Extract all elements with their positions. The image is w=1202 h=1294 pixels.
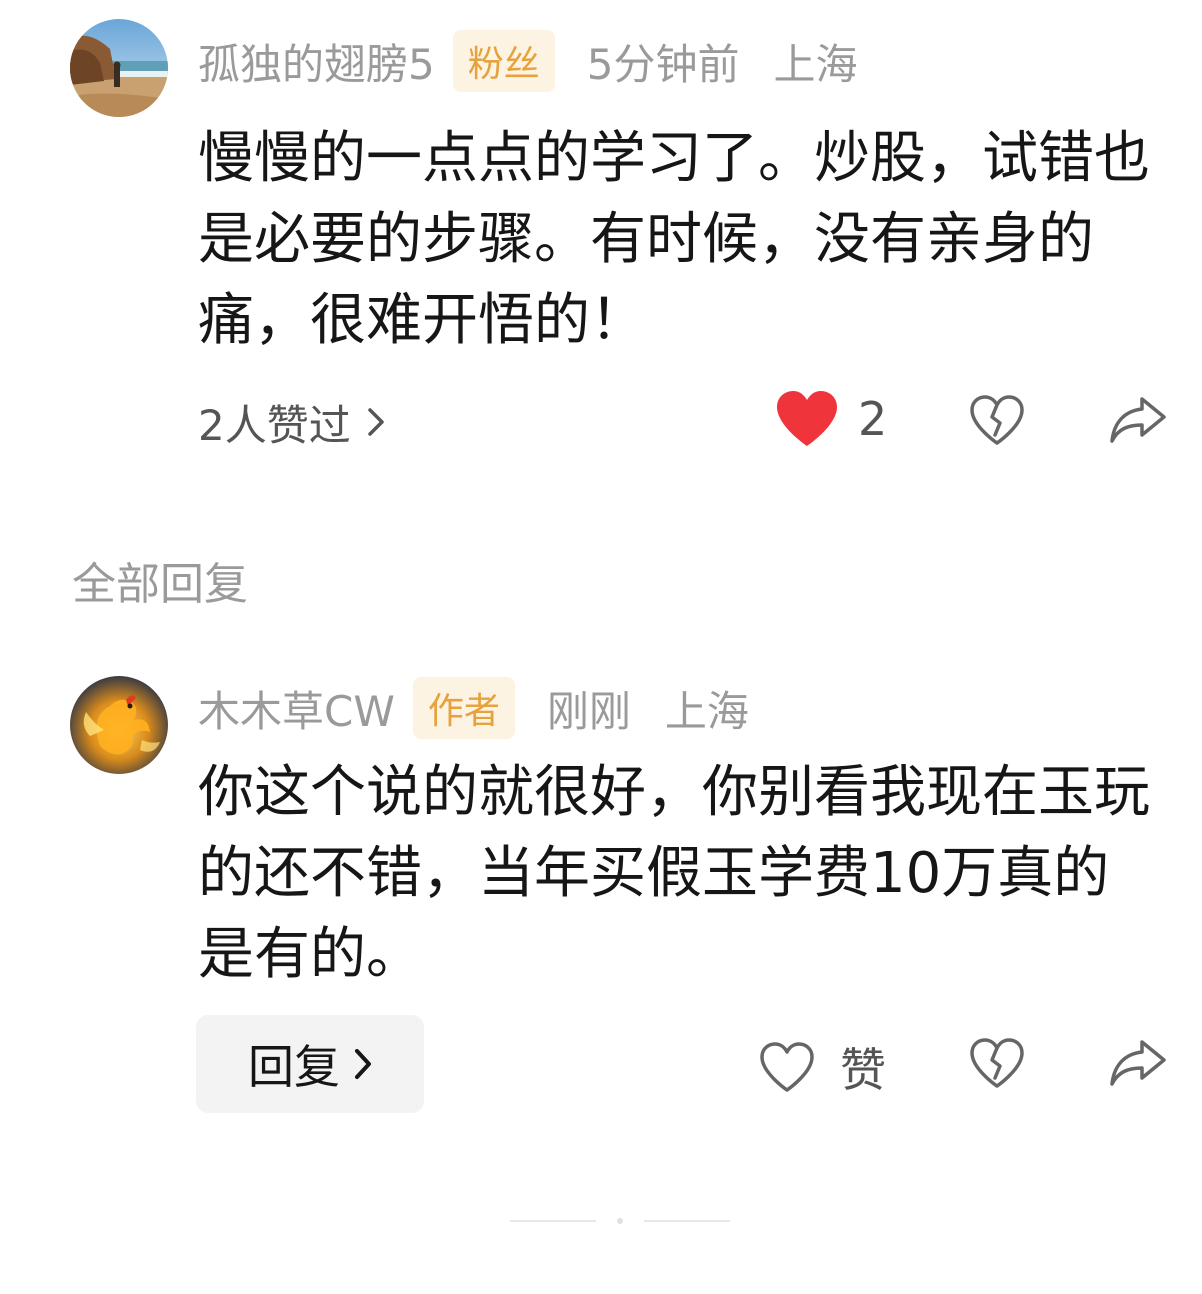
comment-text: 慢慢的一点点的学习了。炒股，试错也是必要的步骤。有时候，没有亲身的痛，很难开悟的… [198,126,1150,353]
like-count: 2 [858,392,888,446]
heart-outline-icon [760,1042,814,1092]
share-icon [1110,397,1166,443]
reply-button-label: 回复 [248,1040,340,1094]
reply-author-avatar[interactable] [70,676,168,774]
commenter-username[interactable]: 孤独的翅膀5 [198,31,435,92]
dislike-button[interactable] [968,393,1026,447]
reply-location: 上海 [664,686,749,736]
reply-meta: 木木草CW 作者 刚刚 上海 [198,676,749,740]
reply-like-label: 赞 [840,1043,886,1097]
likes-summary-text: 2人赞过 [198,400,351,450]
broken-heart-icon [970,395,1024,445]
fan-badge: 粉丝 [452,30,555,92]
all-replies-heading: 全部回复 [72,559,248,610]
reply-button[interactable]: 回复 [196,1015,424,1113]
chevron-right-icon [367,408,384,436]
reply-username[interactable]: 木木草CW [198,678,395,739]
comment-time: 5分钟前 [586,39,740,89]
reply-text: 你这个说的就很好，你别看我现在玉玩的还不错，当年买假玉学费10万真的是有的。 [198,760,1150,987]
beach-avatar [70,19,168,117]
commenter-avatar[interactable] [70,19,168,117]
comment-location: 上海 [773,39,858,89]
heart-filled-icon [777,391,837,446]
broken-heart-icon [970,1038,1024,1088]
reply-share-button[interactable] [1108,1036,1168,1090]
reply-like-button[interactable]: 赞 [758,1034,886,1100]
likes-summary-link[interactable]: 2人赞过 [198,392,385,452]
reply-dislike-button[interactable] [968,1036,1026,1090]
share-icon [1110,1040,1166,1086]
scroll-indicator [510,1218,730,1224]
comment-meta: 孤独的翅膀5 粉丝 5分钟前 上海 [198,29,858,93]
share-button[interactable] [1108,393,1168,447]
phoenix-avatar [70,676,168,774]
reply-time: 刚刚 [546,686,631,736]
chevron-right-icon [355,1049,371,1079]
author-badge: 作者 [412,677,515,739]
like-button[interactable]: 2 [774,388,887,450]
